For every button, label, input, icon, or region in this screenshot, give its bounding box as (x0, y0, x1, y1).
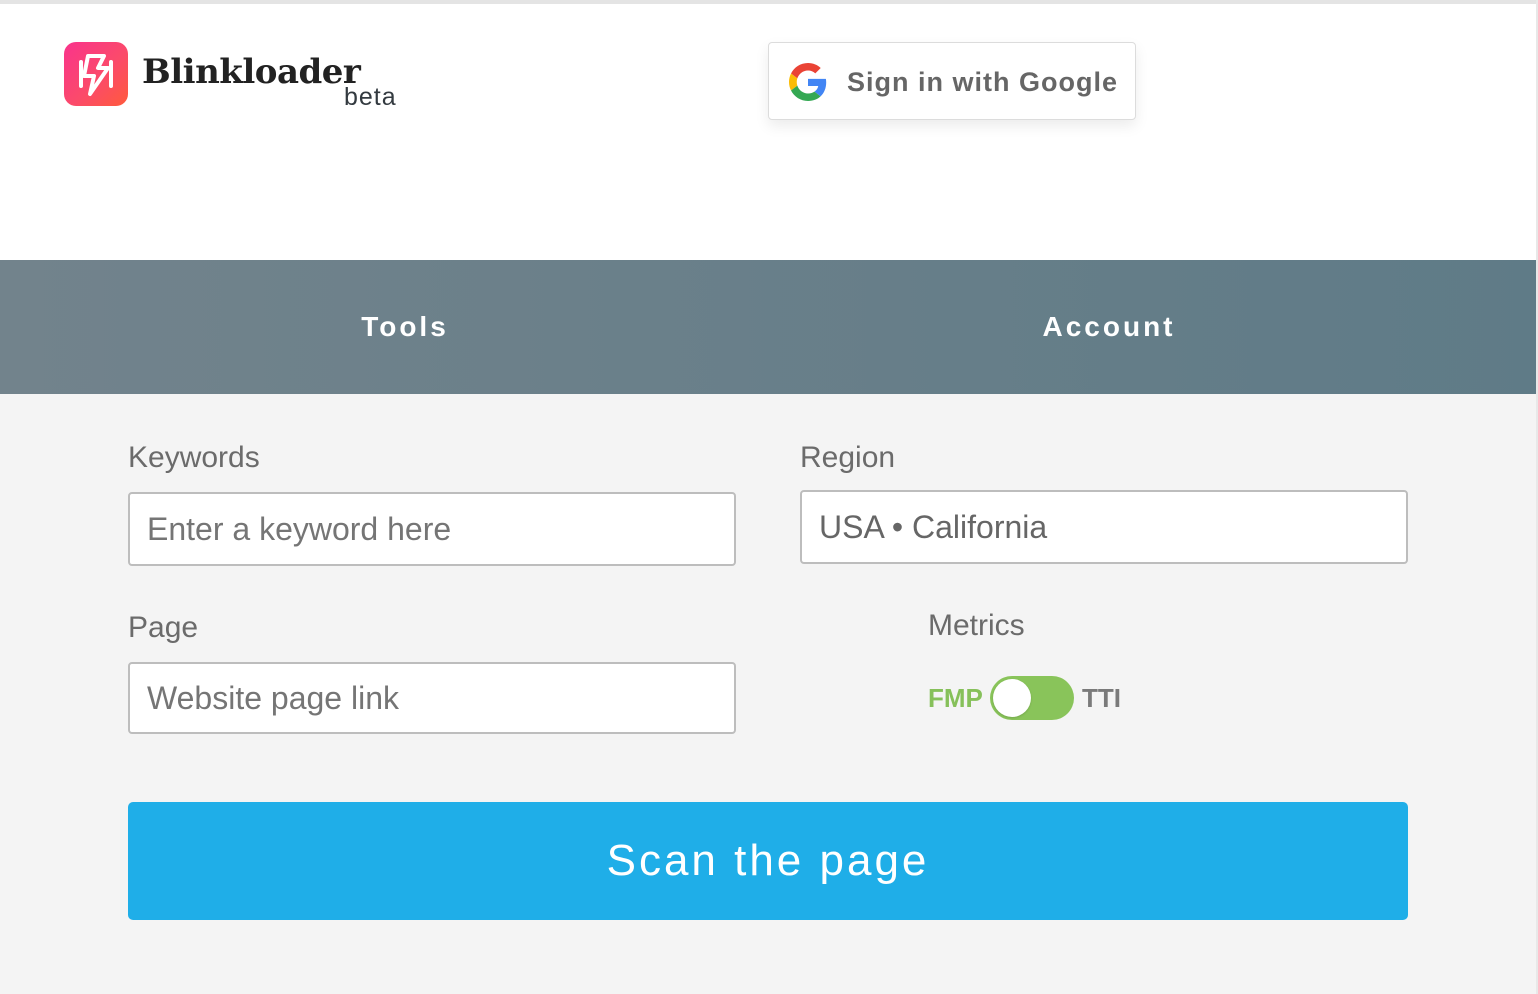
metric-tti-label: TTI (1082, 683, 1121, 713)
page-label: Page (128, 611, 199, 644)
region-input[interactable] (800, 490, 1408, 564)
page-link-input[interactable] (128, 662, 736, 734)
nav-tools[interactable]: Tools (300, 260, 510, 394)
beta-tag: beta (344, 83, 397, 111)
metric-fmp-label: FMP (928, 683, 983, 713)
top-border (0, 0, 1538, 4)
google-signin-button[interactable]: Sign in with Google (768, 42, 1136, 120)
keywords-input[interactable] (128, 492, 736, 566)
metrics-toggle[interactable] (990, 676, 1074, 720)
logo-icon[interactable] (64, 42, 128, 106)
scan-page-button[interactable]: Scan the page (128, 802, 1408, 920)
page: Blinkloader beta Sign in with Google Too… (0, 0, 1538, 994)
google-g-icon (789, 63, 827, 101)
google-signin-label: Sign in with Google (847, 67, 1118, 97)
nav-account[interactable]: Account (1000, 260, 1218, 394)
lightning-bolt-icon (79, 54, 113, 96)
nav-bar: Tools Account (0, 260, 1536, 394)
brand-name: Blinkloader (142, 52, 361, 92)
keywords-label: Keywords (128, 441, 260, 474)
metrics-label: Metrics (928, 609, 1025, 642)
toggle-knob (993, 679, 1031, 717)
scan-form: Keywords Region Page Metrics FMP TTI Sca… (0, 394, 1536, 994)
region-label: Region (800, 441, 896, 474)
